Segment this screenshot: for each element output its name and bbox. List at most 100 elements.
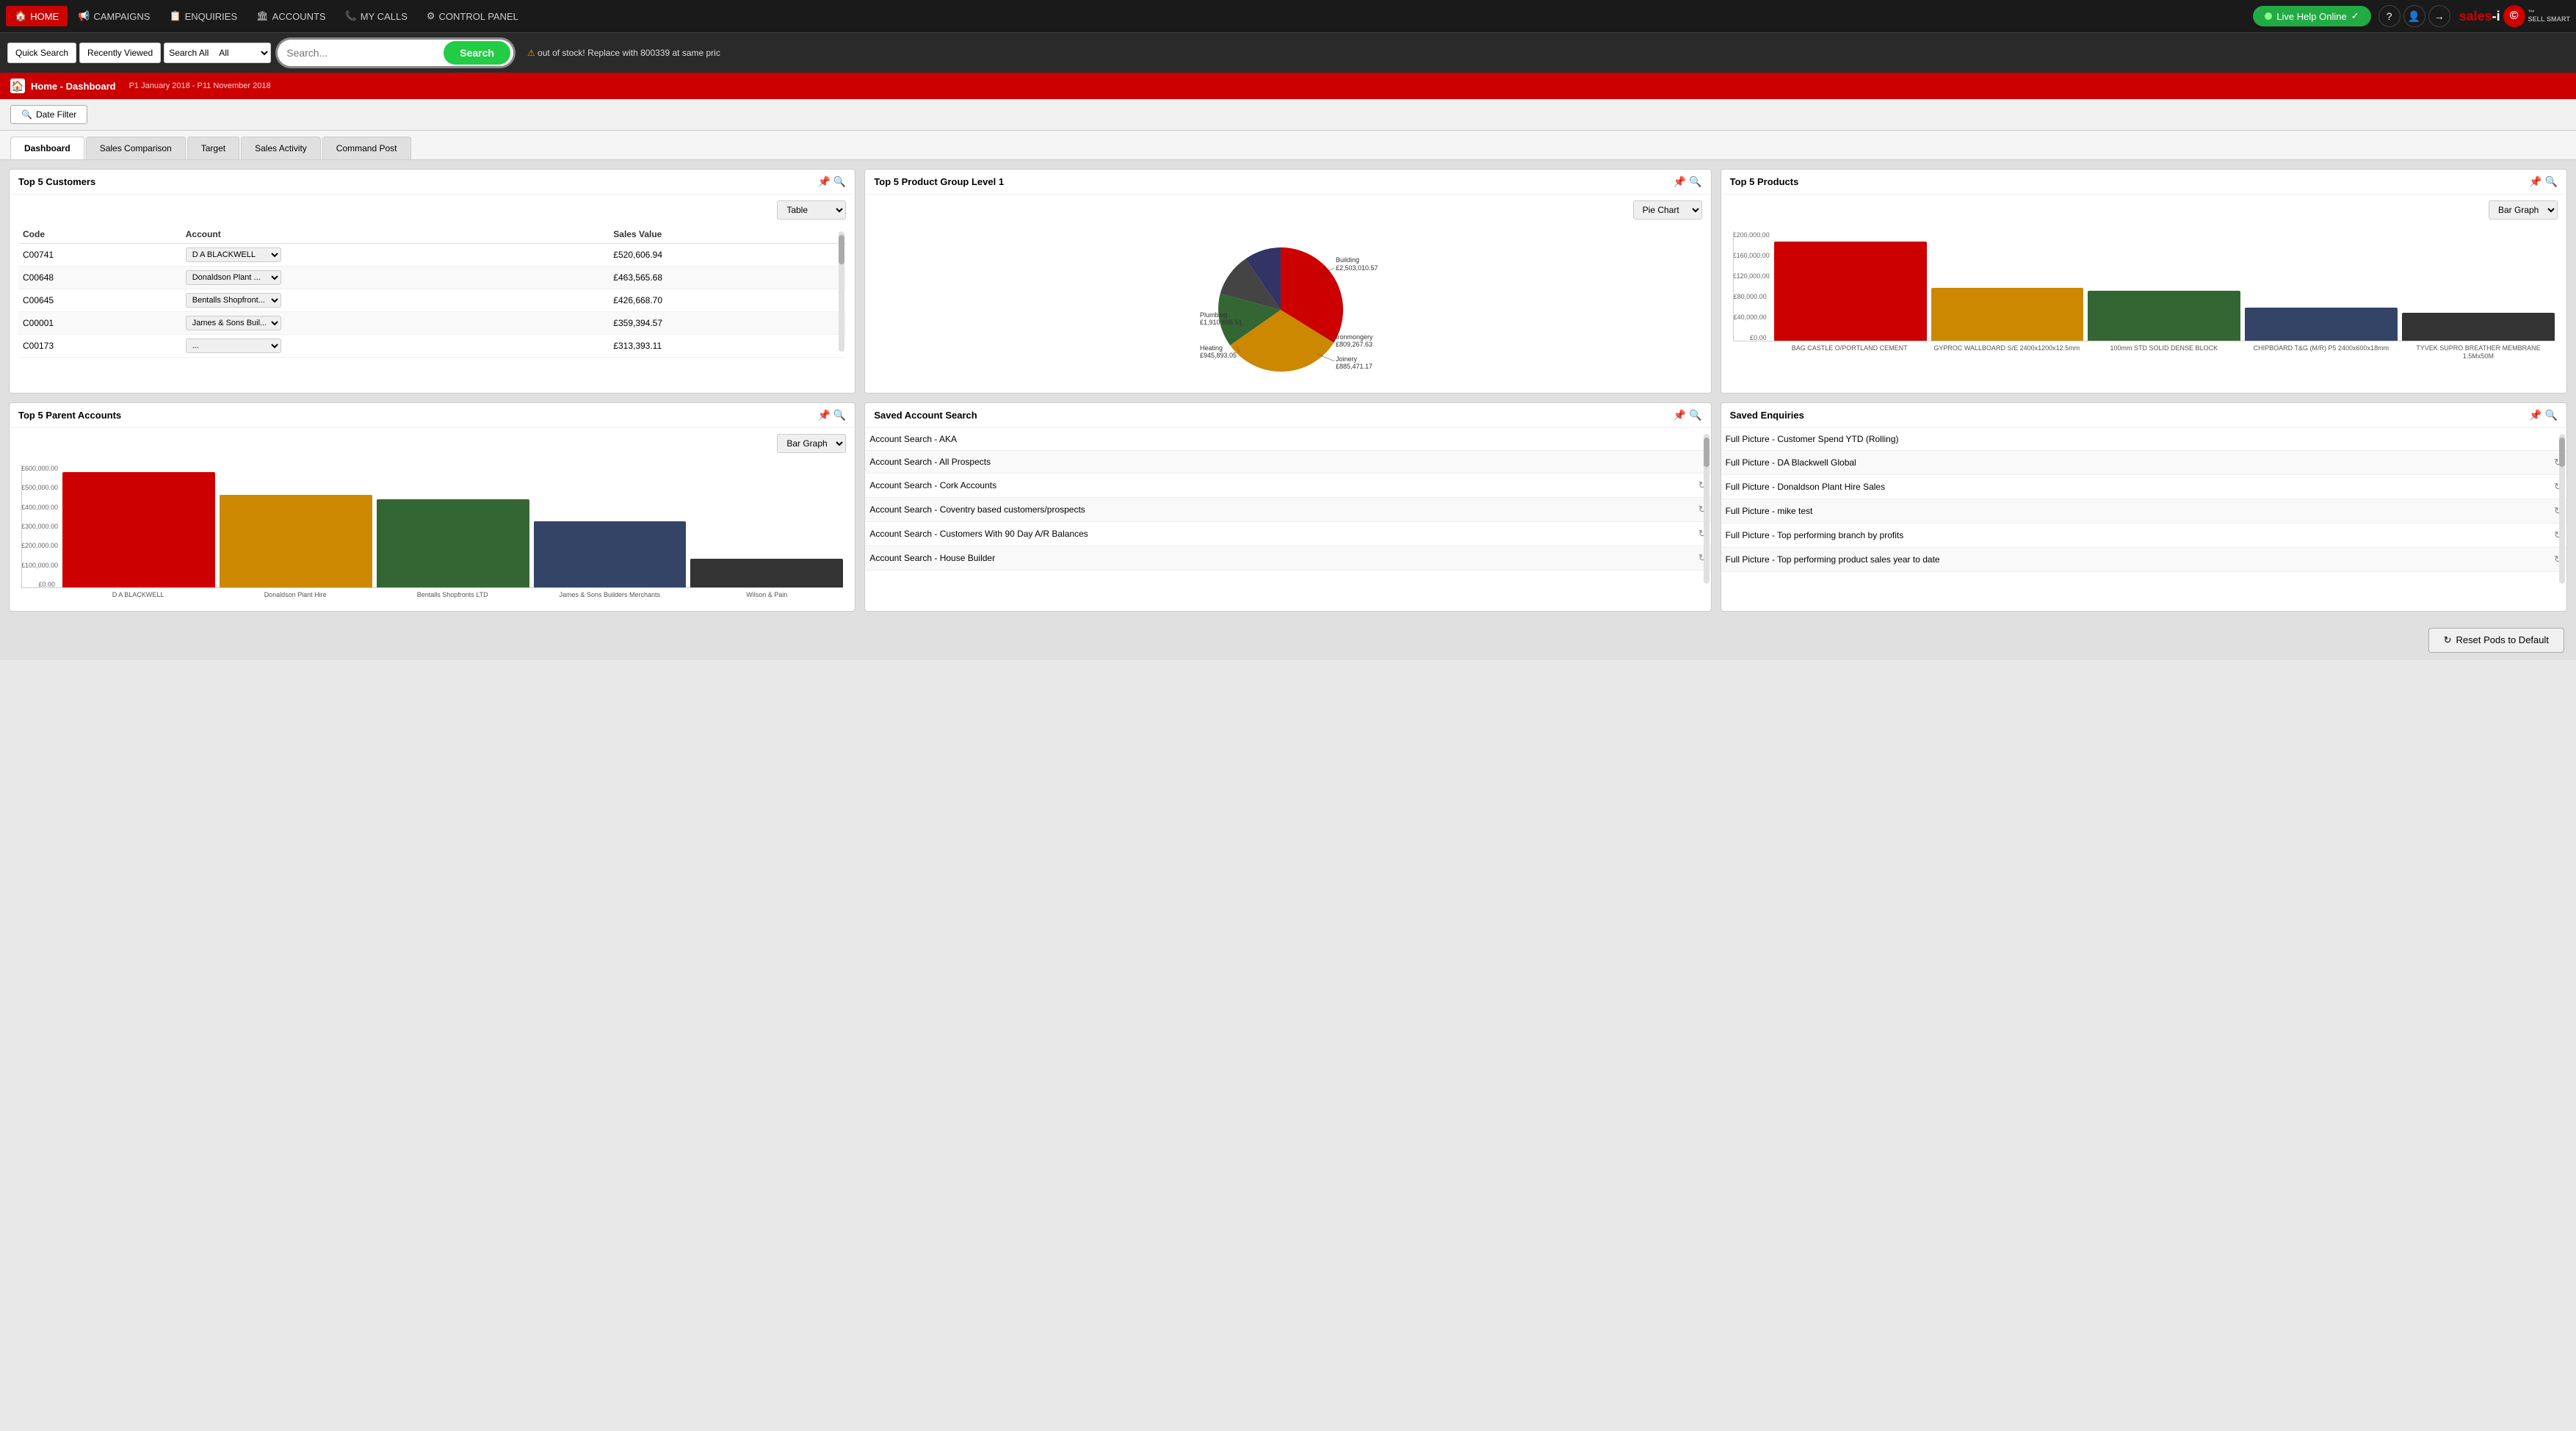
pod-product-pin-button[interactable]: 📌	[1674, 175, 1686, 188]
logo-circle: ©	[2503, 5, 2525, 27]
products-bar-labels: BAG CASTLE O/PORTLAND CEMENT GYPROC WALL…	[1733, 344, 2555, 361]
table-row[interactable]: C00645 Bentalls Shopfront... £426,668.70	[18, 289, 846, 312]
pod-parent-pin-button[interactable]: 📌	[817, 409, 830, 421]
date-filter-button[interactable]: 🔍 Date Filter	[10, 105, 87, 124]
view-select-customers: Table Bar Graph Pie Chart	[18, 200, 846, 220]
svg-text:£885,471.17: £885,471.17	[1336, 363, 1372, 370]
nav-home[interactable]: 🏠 HOME	[6, 6, 68, 26]
pod-products-pin-button[interactable]: 📌	[2529, 175, 2541, 188]
product-group-view-select[interactable]: Pie Chart Bar Graph Table	[1633, 200, 1702, 220]
list-item[interactable]: Account Search - Coventry based customer…	[865, 498, 1710, 522]
pod-saved-account-search-body: Account Search - AKA Account Search - Al…	[865, 428, 1710, 590]
nav-controlpanel[interactable]: ⚙ CONTROL PANEL	[418, 6, 527, 26]
user-icon-button[interactable]: 👤	[2403, 5, 2425, 27]
parent-bar-chart-inner: £600,000.00 £500,000.00 £400,000.00 £300…	[21, 465, 843, 588]
quick-search-button[interactable]: Quick Search	[7, 43, 76, 63]
pod-products-expand-button[interactable]: 🔍	[2545, 175, 2558, 188]
cell-code: C00645	[18, 289, 181, 312]
bar-1	[1774, 242, 1927, 341]
cell-value: £520,606.94	[609, 244, 846, 267]
scrollbar-thumb[interactable]	[839, 235, 844, 264]
col-account: Account	[181, 225, 609, 244]
top-navigation: 🏠 HOME 📢 CAMPAIGNS 📋 ENQUIRIES 🏛 ACCOUNT…	[0, 0, 2576, 32]
pod-product-expand-button[interactable]: 🔍	[1689, 175, 1701, 188]
list-item[interactable]: Account Search - House Builder ↻	[865, 546, 1710, 570]
list-item[interactable]: Account Search - AKA	[865, 428, 1710, 451]
list-item[interactable]: Account Search - Cork Accounts ↻	[865, 474, 1710, 498]
pod-top5-product-group-header: Top 5 Product Group Level 1 📌 🔍	[865, 170, 1710, 195]
pod-header-icons: 📌 🔍	[817, 175, 846, 188]
table-row[interactable]: C00648 Donaldson Plant ... £463,565.68	[18, 267, 846, 289]
pod-product-header-icons: 📌 🔍	[1674, 175, 1702, 188]
cell-account[interactable]: James & Sons Buil...	[181, 312, 609, 335]
help-icon-button[interactable]: ?	[2378, 5, 2400, 27]
cell-account[interactable]: D A BLACKWELL	[181, 244, 609, 267]
pod-pin-button[interactable]: 📌	[817, 175, 830, 188]
pod-enquiries-pin-button[interactable]: 📌	[2529, 409, 2541, 421]
parent-bar-5	[690, 559, 843, 587]
list-item[interactable]: Full Picture - Top performing branch by …	[1721, 524, 2566, 548]
search-all-select[interactable]: All Accounts Products	[213, 43, 270, 62]
list-item[interactable]: Full Picture - Customer Spend YTD (Rolli…	[1721, 428, 2566, 451]
reset-pods-button[interactable]: ↻ Reset Pods to Default	[2428, 628, 2564, 653]
scrollbar-track[interactable]	[839, 231, 844, 352]
list-item[interactable]: Full Picture - DA Blackwell Global ↻	[1721, 451, 2566, 475]
list-item[interactable]: Account Search - Customers With 90 Day A…	[865, 522, 1710, 546]
tab-dashboard[interactable]: Dashboard	[10, 137, 84, 159]
table-row[interactable]: C00173 ... £313,393.11	[18, 335, 846, 358]
pod-saved-account-search: Saved Account Search 📌 🔍 Account Search …	[864, 402, 1711, 612]
nav-mycalls[interactable]: 📞 MY CALLS	[336, 6, 416, 26]
table-row[interactable]: C00001 James & Sons Buil... £359,394.57	[18, 312, 846, 335]
pod-top5-products-header: Top 5 Products 📌 🔍	[1721, 170, 2566, 195]
cell-account[interactable]: Donaldson Plant ...	[181, 267, 609, 289]
search-all-label: Search All	[164, 44, 213, 62]
parent-bar-4	[534, 521, 687, 587]
list-item[interactable]: Full Picture - Donaldson Plant Hire Sale…	[1721, 475, 2566, 499]
table-row[interactable]: C00741 D A BLACKWELL £520,606.94	[18, 244, 846, 267]
nav-accounts[interactable]: 🏛 ACCOUNTS	[247, 6, 334, 26]
list-item[interactable]: Full Picture - Top performing product sa…	[1721, 548, 2566, 572]
list-item[interactable]: Full Picture - mike test ↻	[1721, 499, 2566, 524]
recently-viewed-button[interactable]: Recently Viewed	[79, 43, 161, 63]
saved-account-scrollbar-track[interactable]	[1704, 434, 1710, 584]
bottom-bar: ↻ Reset Pods to Default	[0, 620, 2576, 660]
customers-view-select[interactable]: Table Bar Graph Pie Chart	[777, 200, 846, 220]
customers-table-wrap: Code Account Sales Value C00741 D A BLAC…	[18, 225, 846, 358]
tab-sales-activity[interactable]: Sales Activity	[241, 137, 321, 159]
pod-enquiries-expand-button[interactable]: 🔍	[2545, 409, 2558, 421]
pod-saved-pin-button[interactable]: 📌	[1674, 409, 1686, 421]
nav-controlpanel-label: CONTROL PANEL	[439, 11, 518, 22]
live-indicator	[2265, 12, 2272, 20]
cell-account[interactable]: ...	[181, 335, 609, 358]
list-item[interactable]: Account Search - All Prospects	[865, 451, 1710, 474]
breadcrumb-home-icon: 🏠	[10, 79, 25, 93]
parent-bar-label-5: Wilson & Pain	[690, 591, 843, 599]
parent-view-select[interactable]: Bar Graph Table Pie Chart	[777, 434, 846, 453]
pod-expand-button[interactable]: 🔍	[833, 175, 846, 188]
products-view-select[interactable]: Bar Graph Table Pie Chart	[2489, 200, 2558, 220]
search-submit-button[interactable]: Search	[444, 41, 510, 65]
enquiries-scrollbar-thumb[interactable]	[2559, 438, 2565, 467]
search-input[interactable]	[281, 43, 442, 62]
products-bar-chart: £200,000.00 £160,000.00 £120,000.00 £80,…	[1730, 225, 2558, 366]
tab-target[interactable]: Target	[187, 137, 239, 159]
accounts-icon: 🏛	[256, 10, 269, 22]
pod-top5-customers-title: Top 5 Customers	[18, 176, 95, 187]
cell-account[interactable]: Bentalls Shopfront...	[181, 289, 609, 312]
svg-text:£1,910,695.51: £1,910,695.51	[1200, 319, 1242, 326]
parent-bar-label-4: James & Sons Builders Merchants	[533, 591, 686, 599]
nav-campaigns[interactable]: 📢 CAMPAIGNS	[69, 6, 159, 26]
pod-parent-expand-button[interactable]: 🔍	[833, 409, 846, 421]
tab-sales-comparison[interactable]: Sales Comparison	[86, 137, 186, 159]
tab-command-post[interactable]: Command Post	[322, 137, 411, 159]
search-bar: Quick Search Recently Viewed Search All …	[0, 32, 2576, 73]
pod-saved-expand-button[interactable]: 🔍	[1689, 409, 1701, 421]
enquiries-scrollbar-track[interactable]	[2559, 434, 2565, 584]
forward-icon-button[interactable]: →	[2428, 5, 2450, 27]
saved-account-scrollbar-thumb[interactable]	[1704, 438, 1710, 467]
nav-enquiries[interactable]: 📋 ENQUIRIES	[160, 6, 246, 26]
search-all-dropdown[interactable]: Search All All Accounts Products	[164, 43, 271, 63]
live-help-button[interactable]: Live Help Online ✓	[2253, 6, 2370, 26]
cell-code: C00741	[18, 244, 181, 267]
bar-5	[2402, 313, 2555, 341]
